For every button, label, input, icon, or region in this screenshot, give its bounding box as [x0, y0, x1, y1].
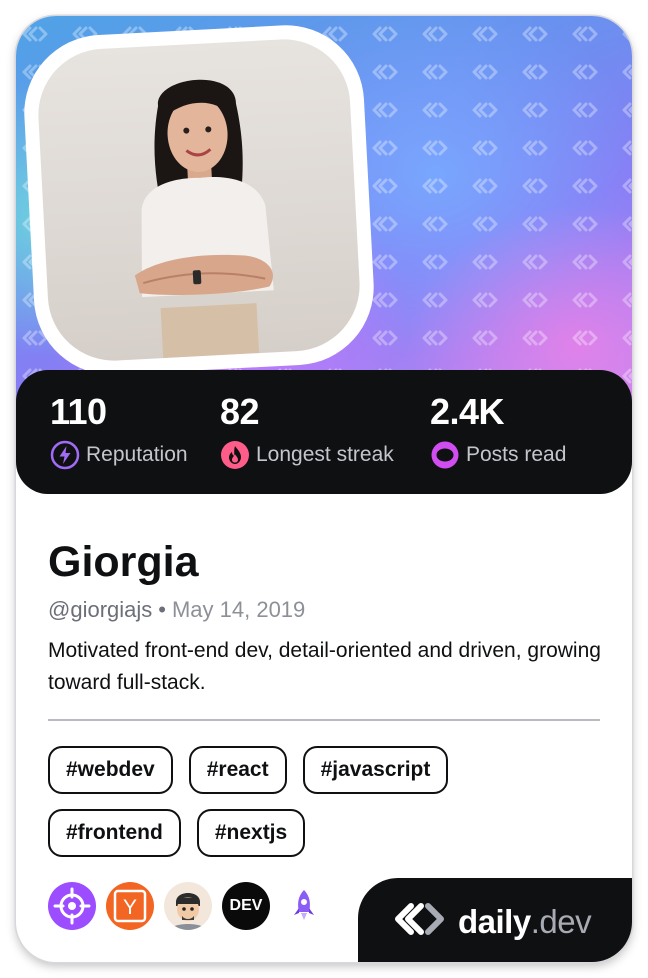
squads-list: Y DEV [48, 882, 328, 930]
stat-label: Reputation [86, 443, 188, 466]
meta-separator: • [158, 597, 166, 622]
crosshair-squad-icon[interactable] [48, 882, 96, 930]
y-combinator-letter: Y [123, 896, 137, 919]
reputation-bolt-icon [50, 440, 80, 470]
memoji-squad-icon[interactable] [164, 882, 212, 930]
tag-row: #frontend #nextjs [48, 809, 608, 857]
tag-javascript[interactable]: #javascript [302, 746, 449, 794]
stat-label: Longest streak [256, 443, 394, 466]
divider [48, 719, 600, 721]
streak-flame-icon [220, 440, 250, 470]
profile-meta: @giorgiajs • May 14, 2019 [48, 596, 305, 624]
profile-name: Giorgia [48, 538, 199, 586]
tag-row: #webdev #react #javascript [48, 746, 608, 794]
avatar[interactable] [35, 36, 363, 364]
rocket-squad-icon[interactable] [280, 882, 328, 930]
daily-dev-brand[interactable]: daily.dev [358, 878, 632, 962]
joined-date: May 14, 2019 [171, 597, 306, 622]
dev-squad-label: DEV [229, 897, 263, 914]
profile-handle[interactable]: @giorgiajs [48, 597, 152, 622]
stat-label: Posts read [466, 443, 567, 466]
daily-dev-wordmark: daily.dev [458, 902, 592, 941]
y-combinator-squad-icon[interactable]: Y [106, 882, 154, 930]
tag-react[interactable]: #react [188, 746, 287, 794]
brand-word-suffix: .dev [530, 902, 592, 940]
stat-value: 2.4K [430, 391, 505, 432]
stat-longest-streak[interactable]: 82 Longest streak [220, 392, 394, 470]
profile-photo [134, 79, 274, 359]
tag-webdev[interactable]: #webdev [48, 746, 173, 794]
tag-nextjs[interactable]: #nextjs [196, 809, 306, 857]
stat-value: 110 [50, 391, 107, 432]
brand-word-main: daily [458, 902, 531, 940]
tags-list: #webdev #react #javascript #frontend #ne… [48, 746, 608, 872]
stat-posts-read[interactable]: 2.4K Posts read [430, 392, 566, 470]
profile-card: 110 Reputation 82 Longest streak 2.4K Po… [16, 16, 632, 962]
avatar-frame [20, 21, 378, 379]
stats-bar: 110 Reputation 82 Longest streak 2.4K Po… [16, 370, 632, 494]
profile-bio: Motivated front-end dev, detail-oriented… [48, 639, 601, 694]
tag-frontend[interactable]: #frontend [48, 809, 181, 857]
stat-value: 82 [220, 391, 260, 432]
stat-reputation[interactable]: 110 Reputation [50, 392, 188, 470]
dev-squad-icon[interactable]: DEV [222, 882, 270, 930]
posts-read-eye-icon [430, 440, 460, 470]
daily-dev-logo-icon [390, 898, 452, 945]
